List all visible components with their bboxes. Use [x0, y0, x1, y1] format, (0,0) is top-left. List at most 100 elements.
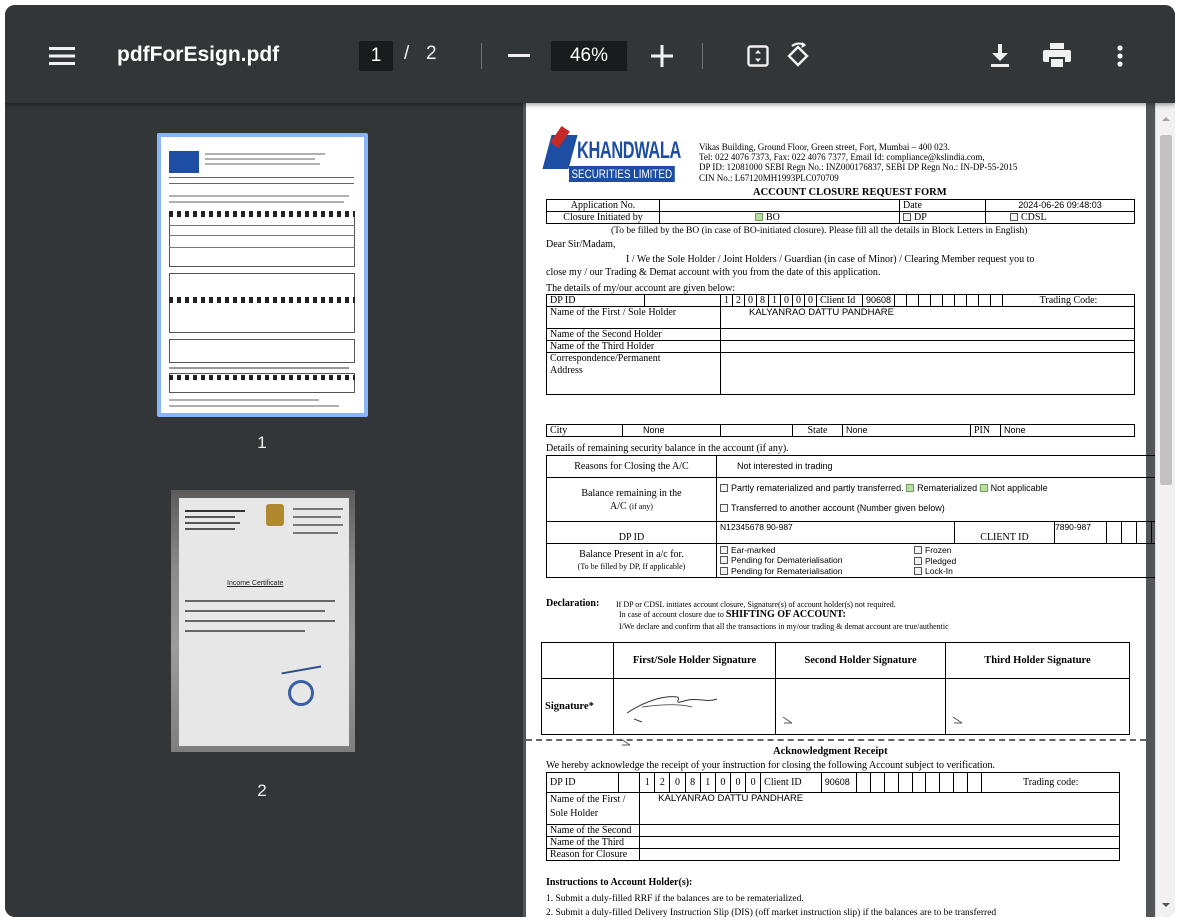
dp-id-digit: 1 [768, 294, 781, 307]
vertical-scrollbar[interactable] [1155, 103, 1175, 917]
zoom-level-input[interactable]: 46% [551, 41, 627, 71]
print-icon[interactable] [1039, 39, 1075, 73]
second-holder-signature-header: Second Holder Signature [775, 642, 946, 679]
cut-line [526, 739, 1146, 741]
client-id-value: 90608 [862, 294, 895, 307]
closure-initiated-label: Closure Initiated by [546, 211, 660, 224]
ack-third-holder-label: Name of the Third [545, 836, 641, 849]
address-label-2: Address [550, 365, 583, 376]
second-holder-value [720, 328, 1135, 341]
scroll-down-arrow-icon[interactable] [1160, 899, 1172, 911]
signature-label: Signature* [541, 678, 614, 735]
cdsl-checkbox [1010, 213, 1018, 221]
application-no-value [659, 199, 900, 212]
file-name: pdfForEsign.pdf [117, 43, 280, 66]
third-holder-signature-header: Third Holder Signature [945, 642, 1130, 679]
dp-id-digit: 0 [780, 294, 793, 307]
address-value [720, 352, 1135, 395]
plus-icon[interactable] [647, 41, 677, 71]
total-pages: 2 [426, 43, 437, 64]
application-no-label: Application No. [546, 199, 660, 212]
third-holder-label: Name of the Third Holder [546, 340, 721, 353]
page-separator: / [404, 43, 410, 64]
divider [481, 43, 482, 69]
not-applicable-checkbox [979, 484, 988, 492]
dp-id-digit: 0 [792, 294, 805, 307]
remaining-heading: Details of remaining security balance in… [546, 443, 789, 454]
client-id-label: Client Id [816, 294, 863, 307]
declaration-line-2-pre: In case of account closure due to [619, 610, 724, 619]
ack-line: We hereby acknowledge the receipt of you… [546, 760, 996, 771]
rematerialized-label: Rematerialized [917, 483, 978, 493]
ack-dp-digit: 2 [654, 772, 671, 793]
pending-remat-label: Pending for Rematerialisation [731, 565, 843, 576]
ack-second-holder-label: Name of the Second [545, 824, 641, 837]
form-title: ACCOUNT CLOSURE REQUEST FORM [753, 187, 947, 198]
transferred-checkbox [720, 504, 728, 512]
body-line-2: close my / our Trading & Demat account w… [546, 267, 881, 278]
ack-dp-digit: 0 [729, 772, 747, 793]
partly-rematerialized-label: Partly rematerialized and partly transfe… [731, 483, 904, 493]
first-holder-signature-header: First/Sole Holder Signature [613, 642, 776, 679]
thumbnail-caption: Income Certificate [227, 580, 284, 587]
dp-id-digit: 2 [732, 294, 745, 307]
city-value: None [622, 424, 721, 437]
instruction-1: 1. Submit a duly-filled RRF if the balan… [546, 894, 804, 904]
pdf-viewer-window: pdfForEsign.pdf 1 / 2 46% 1 Income Certi… [5, 5, 1175, 917]
rotate-counterclockwise-icon[interactable] [781, 39, 815, 73]
ack-table: DP ID 1 2 0 8 1 0 0 0 Client ID 90608 Tr… [545, 772, 1120, 861]
dp-id-label-2: DP ID [546, 521, 717, 544]
current-page-input[interactable]: 1 [359, 41, 393, 71]
ack-dp-id-label: DP ID [545, 772, 620, 793]
third-holder-value [720, 340, 1135, 353]
state-label: State [792, 424, 843, 437]
scroll-up-arrow-icon[interactable] [1160, 113, 1172, 125]
minus-icon[interactable] [505, 41, 533, 71]
handwritten-signature [626, 696, 718, 723]
hamburger-menu-icon[interactable] [45, 39, 79, 73]
fit-to-page-icon[interactable] [743, 41, 773, 71]
document-viewport[interactable]: KHANDWALA SECURITIES LIMITED Vikas Build… [523, 103, 1157, 917]
dp-id-label: DP ID [546, 294, 645, 307]
pledged-label: Pledged [925, 555, 957, 566]
transferred-label: Transferred to another account (Number g… [731, 503, 945, 513]
remaining-balance-table: Reasons for Closing the A/C Not interest… [546, 455, 1157, 578]
second-holder-label: Name of the Second Holder [546, 328, 721, 341]
body-line-1: I / We the Sole Holder / Joint Holders /… [626, 254, 1035, 265]
scrollbar-thumb[interactable] [1160, 135, 1172, 485]
dp-id-digit: 0 [744, 294, 757, 307]
cdsl-option-label: CDSL [1021, 212, 1047, 223]
thumbnail-sidebar: 1 Income Certificate 2 [5, 103, 523, 917]
reasons-label: Reasons for Closing the A/C [546, 455, 717, 478]
logo-mini [169, 151, 199, 173]
divider [702, 43, 703, 69]
ack-dp-digit: 0 [745, 772, 762, 793]
page-thumbnail-2[interactable]: Income Certificate [171, 490, 355, 752]
balance-label: Balance remaining in the [581, 487, 682, 499]
dp-id-value-2: N12345678 90-987 [716, 521, 955, 544]
first-holder-label: Name of the First / Sole Holder [546, 306, 721, 329]
first-holder-value: KALYANRAO DATTU PANDHARE [720, 306, 1135, 329]
ack-dp-digit: 1 [699, 772, 716, 793]
trading-code-label: Trading Code: [1002, 294, 1135, 307]
ack-reason-label: Reason for Closure [545, 848, 641, 861]
state-value: None [842, 424, 971, 437]
present-label: Balance Present in a/c for. [579, 548, 684, 560]
pdf-page-1: KHANDWALA SECURITIES LIMITED Vikas Build… [526, 103, 1157, 917]
rematerialized-checkbox [906, 484, 915, 492]
download-icon[interactable] [985, 39, 1015, 73]
thumbnail-label-2: 2 [257, 781, 267, 800]
page-thumbnail-1[interactable] [157, 133, 368, 417]
ack-dp-digit: 8 [684, 772, 701, 793]
address-label: Correspondence/Permanent [550, 353, 661, 365]
declaration-line-2: In case of account closure due to SHIFTI… [619, 609, 846, 620]
client-id-value-2: 7890-987 [1054, 521, 1107, 544]
ack-client-id-label: Client ID [760, 772, 822, 793]
dp-id-digit: 0 [804, 294, 817, 307]
instructions-heading: Instructions to Account Holder(s): [546, 877, 693, 888]
ack-first-holder-label-2: Sole Holder [550, 808, 599, 819]
declaration-line-2-bold: SHIFTING OF ACCOUNT: [725, 609, 846, 620]
fill-note: (To be filled by the BO (in case of BO-i… [611, 226, 1028, 236]
emblem-icon [266, 504, 284, 526]
more-vertical-icon[interactable] [1109, 39, 1131, 73]
